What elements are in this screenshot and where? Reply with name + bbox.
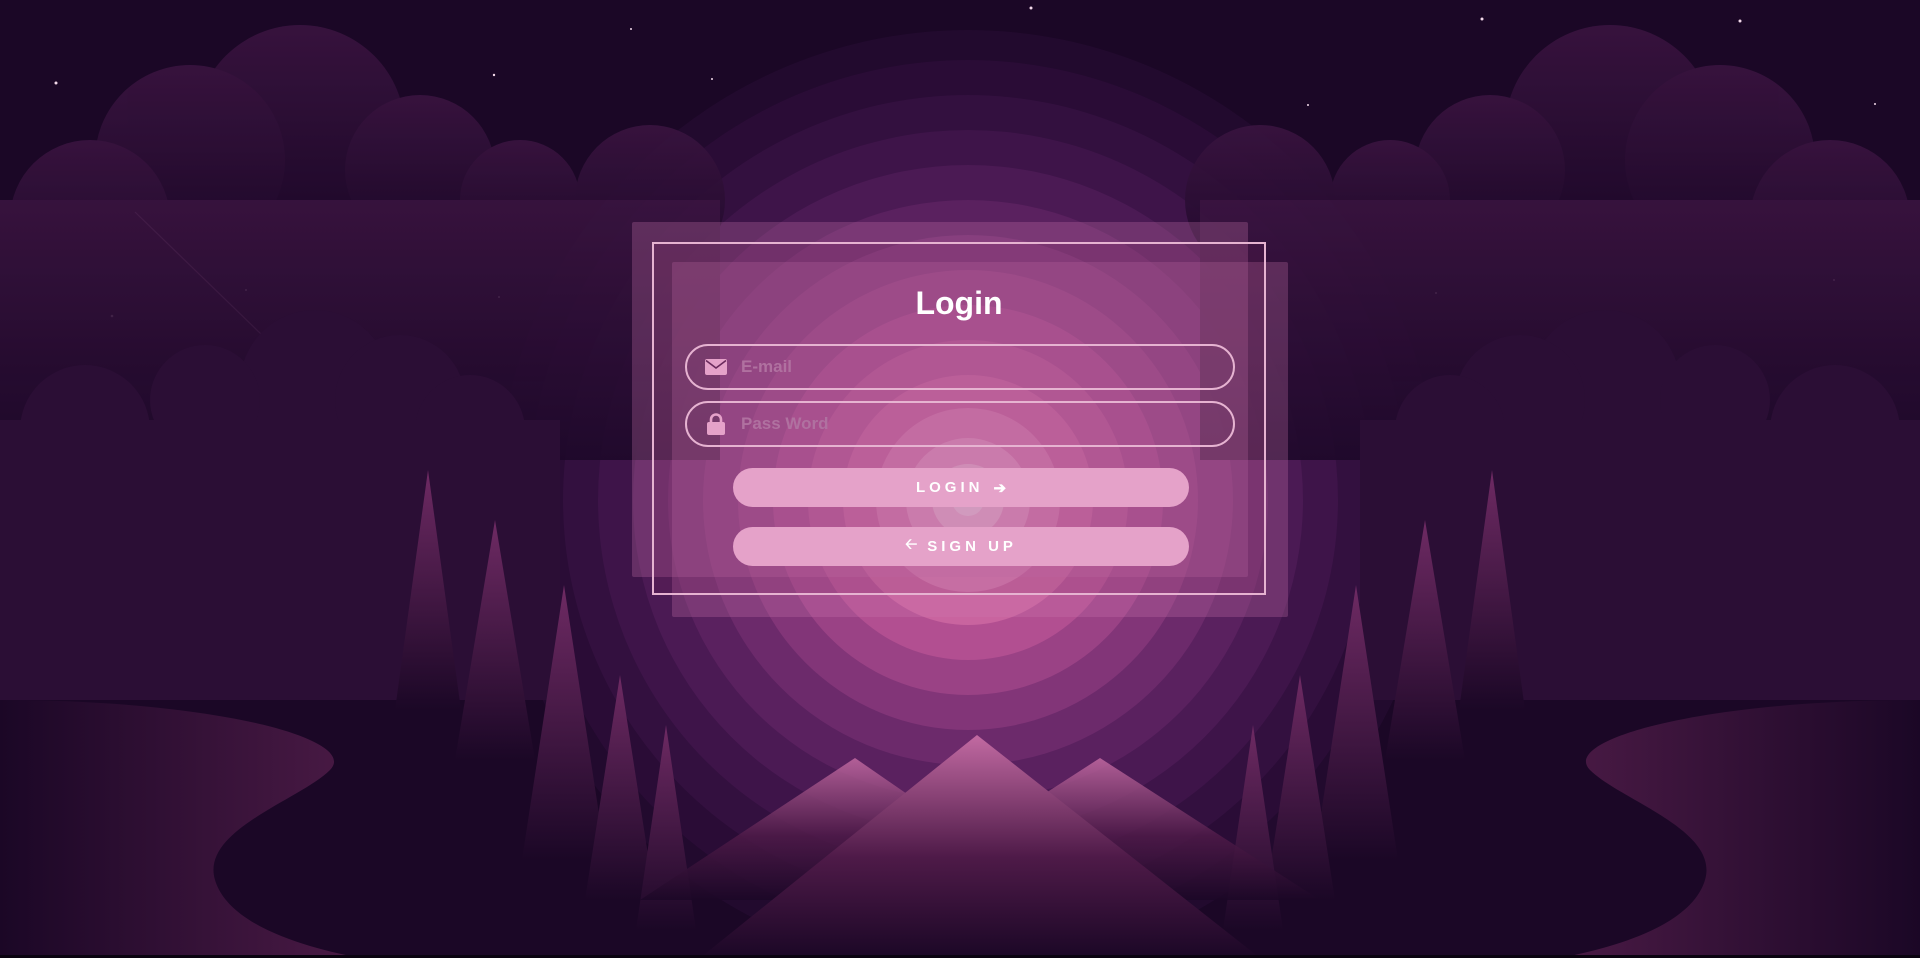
password-input[interactable] [739, 413, 1223, 435]
email-field[interactable] [685, 344, 1235, 390]
arrow-right-icon: ➔ [993, 479, 1007, 497]
login-button-label: LOGIN [915, 479, 984, 496]
password-field[interactable] [685, 401, 1235, 447]
email-input[interactable] [739, 356, 1223, 378]
signup-button[interactable]: 🡠 SIGN UP [733, 527, 1189, 566]
signup-button-label: SIGN UP [927, 538, 1017, 555]
login-title: Login [915, 285, 1003, 321]
arrow-left-icon: 🡠 [905, 536, 918, 553]
login-card: Login LOGIN ➔ 🡠 SIGN UP [652, 242, 1266, 595]
lock-icon [705, 413, 727, 435]
envelope-icon [705, 356, 727, 378]
login-button[interactable]: LOGIN ➔ [733, 468, 1189, 507]
